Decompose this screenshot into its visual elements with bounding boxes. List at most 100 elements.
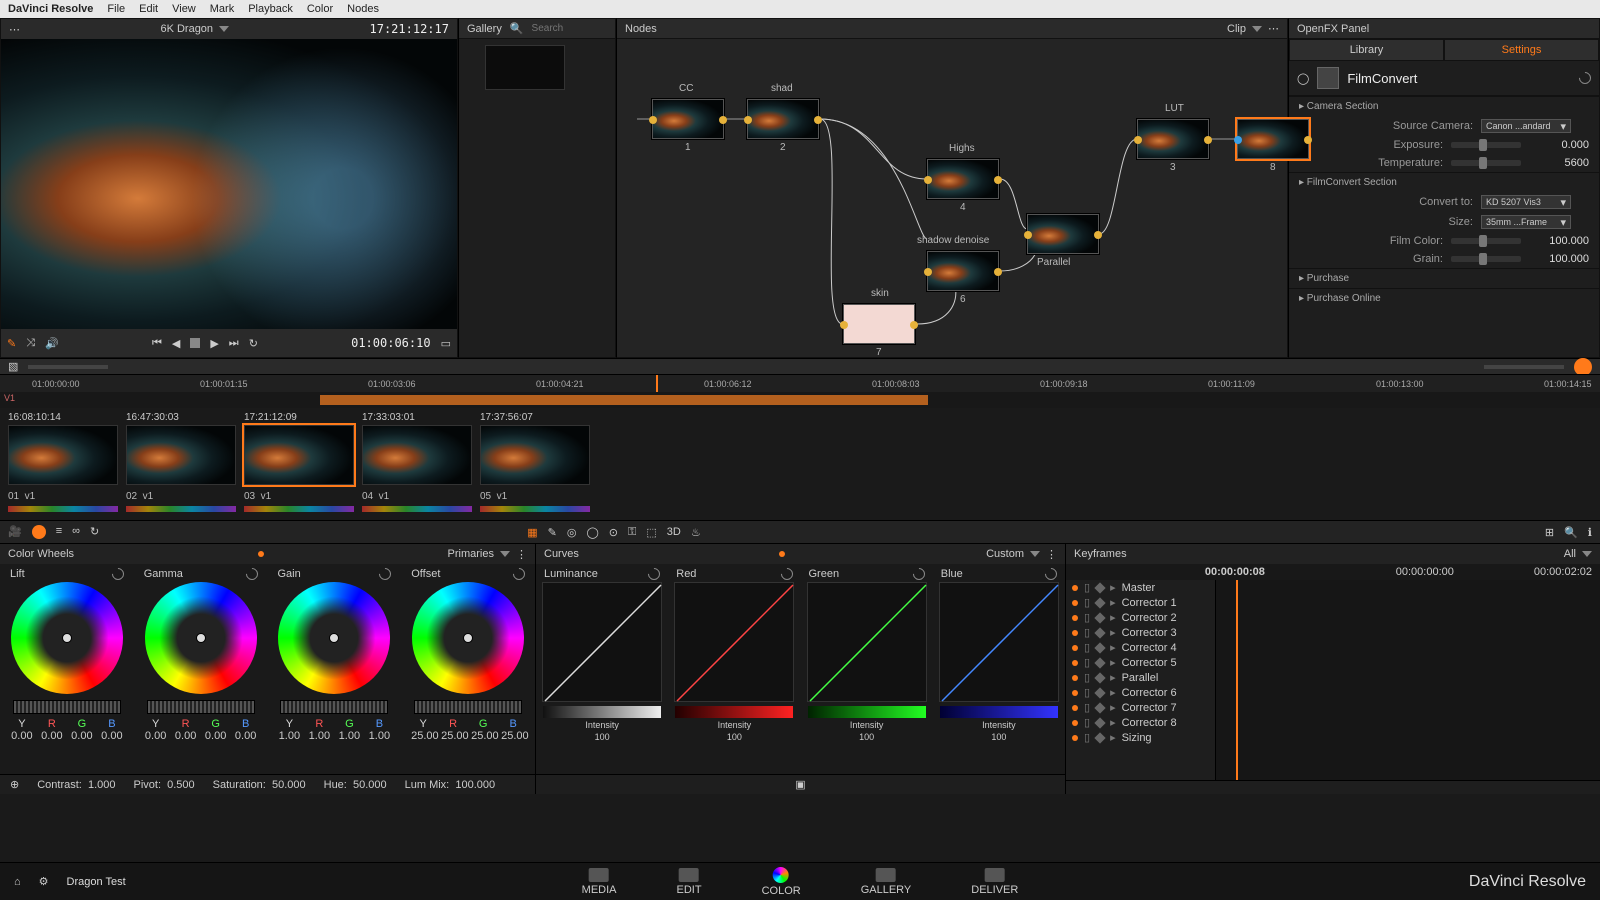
nodes-mode[interactable]: Clip <box>1227 23 1246 35</box>
yrgb-value[interactable]: 1.00 <box>367 730 391 742</box>
clip-name[interactable]: 6K Dragon <box>160 23 213 35</box>
yrgb-value[interactable]: 0.00 <box>40 730 64 742</box>
ofx-value[interactable]: 0.000 <box>1529 139 1589 151</box>
shuffle-icon[interactable]: ⤨ <box>26 337 35 350</box>
fx-reset-icon[interactable] <box>1577 70 1594 87</box>
node-2[interactable] <box>747 99 819 139</box>
intensity-value[interactable]: 100 <box>991 732 1006 742</box>
clip-thumb[interactable]: 16:08:10:14 01 v1 <box>8 412 118 512</box>
kf-mode[interactable]: All <box>1564 548 1576 560</box>
clip-thumb[interactable]: 16:47:30:03 02 v1 <box>126 412 236 512</box>
clip-image[interactable] <box>244 425 354 485</box>
settings-icon[interactable]: ⚙ <box>39 875 49 888</box>
curve-editor[interactable] <box>674 582 794 702</box>
master-jog[interactable] <box>147 700 255 714</box>
curve-reset-icon[interactable] <box>1043 566 1060 583</box>
go-end-icon[interactable]: ⏭ <box>229 337 239 350</box>
yrgb-value[interactable]: 25.00 <box>501 730 525 742</box>
intensity-value[interactable]: 100 <box>595 732 610 742</box>
wheel-knob[interactable] <box>463 633 473 643</box>
ofx-section-header[interactable]: ▸ Camera Section <box>1289 96 1599 116</box>
node-7[interactable] <box>843 304 915 344</box>
gallery-still[interactable] <box>485 45 565 90</box>
ofx-section-header[interactable]: ▸ Purchase Online <box>1289 288 1599 308</box>
node-graph[interactable]: CC 1 shad 2 LUT 3 Highs 4 Parallel shado… <box>617 39 1287 357</box>
menu-edit[interactable]: Edit <box>139 3 158 15</box>
yrgb-value[interactable]: 1.00 <box>337 730 361 742</box>
ofx-section-header[interactable]: ▸ FilmConvert Section <box>1289 172 1599 192</box>
curves-mode[interactable]: Custom <box>986 548 1024 560</box>
search-icon[interactable]: 🔍 <box>1564 526 1578 539</box>
node-5[interactable] <box>1027 214 1099 254</box>
master-jog[interactable] <box>414 700 522 714</box>
master-jog[interactable] <box>280 700 388 714</box>
wheels-mode[interactable]: Primaries <box>448 548 494 560</box>
color-wheel[interactable] <box>11 582 123 694</box>
record-icon[interactable] <box>1574 358 1592 376</box>
yrgb-value[interactable]: 0.00 <box>10 730 34 742</box>
ofx-dropdown[interactable]: KD 5207 Vis3▾ <box>1481 195 1571 209</box>
timeline-ruler[interactable]: 01:00:00:0001:00:01:1501:00:03:0601:00:0… <box>0 374 1600 392</box>
menu-mark[interactable]: Mark <box>210 3 234 15</box>
color-wheel[interactable] <box>278 582 390 694</box>
color-wheel[interactable] <box>145 582 257 694</box>
ofx-dropdown[interactable]: Canon ...andard▾ <box>1481 119 1571 133</box>
info-icon[interactable]: ℹ <box>1588 526 1592 539</box>
stills-icon[interactable]: ▧ <box>8 360 18 373</box>
zoom-slider[interactable] <box>28 365 108 369</box>
fx-enable-toggle[interactable]: ◯ <box>1297 72 1309 85</box>
ofx-value[interactable]: 5600 <box>1529 157 1589 169</box>
nodes-options-icon[interactable]: ⋯ <box>1268 22 1279 35</box>
adjust-param[interactable]: Lum Mix: 100.000 <box>405 779 496 791</box>
nav-gallery[interactable]: GALLERY <box>861 868 912 896</box>
color-wheel[interactable] <box>412 582 524 694</box>
yrgb-value[interactable]: 0.00 <box>70 730 94 742</box>
menu-nodes[interactable]: Nodes <box>347 3 379 15</box>
sizing-icon[interactable]: ⬚ <box>646 526 656 539</box>
adjust-param[interactable]: Saturation: 50.000 <box>213 779 306 791</box>
wheel-knob[interactable] <box>62 633 72 643</box>
timeline-zoom-slider[interactable] <box>1484 365 1564 369</box>
ofx-slider[interactable] <box>1451 256 1521 262</box>
yrgb-value[interactable]: 25.00 <box>471 730 495 742</box>
stop-icon[interactable] <box>190 338 200 348</box>
node-6[interactable] <box>927 251 999 291</box>
ofx-value[interactable]: 100.000 <box>1529 235 1589 247</box>
wheel-reset-icon[interactable] <box>109 566 126 583</box>
transport-tc[interactable]: 01:00:06:10 <box>351 336 430 350</box>
home-icon[interactable]: ⌂ <box>14 876 21 888</box>
picker-icon[interactable]: ✎ <box>7 337 16 350</box>
kf-diamond-icon[interactable] <box>1094 732 1105 743</box>
menu-view[interactable]: View <box>172 3 196 15</box>
search-icon[interactable]: 🔍 <box>510 22 524 35</box>
adjust-param[interactable]: Contrast: 1.000 <box>37 779 115 791</box>
ofx-section-header[interactable]: ▸ Purchase <box>1289 268 1599 288</box>
soft-clip-icon[interactable]: ▣ <box>795 778 805 791</box>
ofx-tab-settings[interactable]: Settings <box>1444 39 1599 61</box>
wheel-knob[interactable] <box>196 633 206 643</box>
curve-reset-icon[interactable] <box>778 566 795 583</box>
ofx-slider[interactable] <box>1451 238 1521 244</box>
wheels-menu-icon[interactable]: ⋮ <box>516 548 527 561</box>
curves-menu-icon[interactable]: ⋮ <box>1046 548 1057 561</box>
yrgb-value[interactable]: 0.00 <box>204 730 228 742</box>
nav-deliver[interactable]: DELIVER <box>971 868 1018 896</box>
nav-color[interactable]: COLOR <box>762 867 801 897</box>
playhead[interactable] <box>656 375 658 392</box>
yrgb-value[interactable]: 0.00 <box>174 730 198 742</box>
node-3[interactable] <box>1137 119 1209 159</box>
adjust-param[interactable]: Pivot: 0.500 <box>134 779 195 791</box>
clip-thumb[interactable]: 17:37:56:07 05 v1 <box>480 412 590 512</box>
intensity-value[interactable]: 100 <box>727 732 742 742</box>
yrgb-value[interactable]: 25.00 <box>411 730 435 742</box>
adjust-expand-icon[interactable]: ⊕ <box>10 778 19 791</box>
yrgb-value[interactable]: 25.00 <box>441 730 465 742</box>
wheel-reset-icon[interactable] <box>511 566 528 583</box>
gallery-search-input[interactable] <box>532 23 622 34</box>
nav-edit[interactable]: EDIT <box>677 868 702 896</box>
curve-editor[interactable] <box>807 582 927 702</box>
yrgb-value[interactable]: 0.00 <box>144 730 168 742</box>
yrgb-value[interactable]: 1.00 <box>277 730 301 742</box>
kf-track-area[interactable] <box>1216 580 1600 780</box>
node-1[interactable] <box>652 99 724 139</box>
